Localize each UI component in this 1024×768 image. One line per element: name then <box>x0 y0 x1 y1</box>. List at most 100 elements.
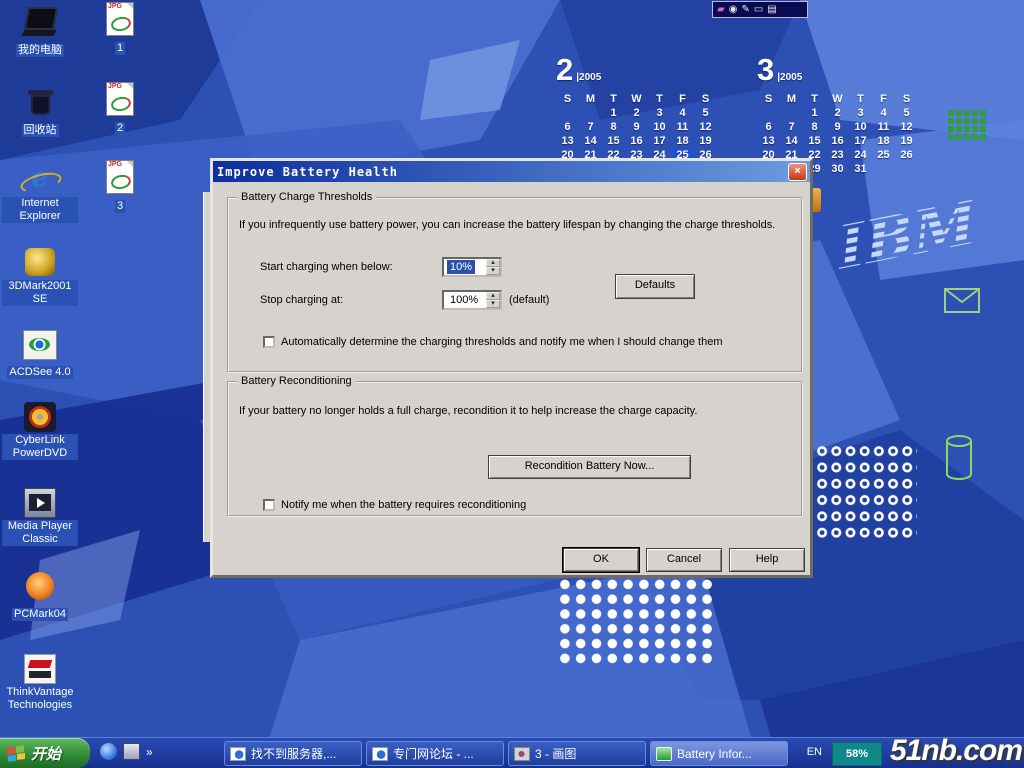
defaults-button[interactable]: Defaults <box>615 274 695 299</box>
start-charging-label: Start charging when below: <box>260 261 393 273</box>
start-button[interactable]: 开始 <box>0 738 90 768</box>
desktop-icon-thinkvantage[interactable]: ThinkVantage Technologies <box>2 652 78 713</box>
calendar-day: 10 <box>849 120 872 134</box>
display-icon[interactable]: ▭ <box>754 2 763 17</box>
3dmark-icon <box>22 246 58 278</box>
desktop-icon-jpg-3[interactable]: JPG3 <box>82 160 158 214</box>
calendar-day: 5 <box>895 106 918 120</box>
calendar-day: 3 <box>648 106 671 120</box>
jpg-badge: JPG <box>108 3 122 10</box>
close-button[interactable]: × <box>788 163 807 181</box>
calendar-day: 8 <box>803 120 826 134</box>
desktop-icon-label: Internet Explorer <box>2 197 78 223</box>
calendar-day: 7 <box>780 120 803 134</box>
calendar-day <box>556 106 579 120</box>
calendar-day: 25 <box>872 148 895 162</box>
calendar-day <box>780 106 803 120</box>
spin-up-button[interactable]: ▴ <box>486 259 500 267</box>
pen-icon[interactable]: ✎ <box>741 2 749 17</box>
calendar-day: 9 <box>625 120 648 134</box>
calendar-day: 11 <box>671 120 694 134</box>
quicklaunch-ie-icon[interactable] <box>100 743 117 760</box>
spin-down-button[interactable]: ▾ <box>486 300 500 308</box>
windows-logo-icon <box>6 744 26 762</box>
my-computer-icon <box>22 6 58 38</box>
spinner-arrows: ▴ ▾ <box>486 292 500 308</box>
calendar-day <box>757 106 780 120</box>
calendar-day: 7 <box>579 120 602 134</box>
calendar-day: 23 <box>826 148 849 162</box>
chevron-icon[interactable]: » <box>146 745 153 759</box>
calendar-day: 16 <box>826 134 849 148</box>
desktop-icon-label: 2 <box>115 122 125 135</box>
paint-icon <box>514 747 530 761</box>
calendar-day: 17 <box>648 134 671 148</box>
powerdvd-icon <box>24 402 56 432</box>
desktop-icon-pcmark[interactable]: PCMark04 <box>2 570 78 622</box>
floating-toolbar[interactable]: ▰ ◉✎ ▭ ▤ <box>712 1 808 18</box>
taskbar-item[interactable]: 专门网论坛 - ... <box>366 741 504 766</box>
desktop-icon-powerdvd[interactable]: CyberLink PowerDVD <box>2 402 78 461</box>
recondition-battery-button[interactable]: Recondition Battery Now... <box>488 455 691 479</box>
desktop-icon-ie[interactable]: eInternet Explorer <box>2 163 78 224</box>
desktop-icon-mpc[interactable]: Media Player Classic <box>2 486 78 547</box>
calendar-day-header: S <box>556 92 579 106</box>
help-button[interactable]: Help <box>729 548 805 572</box>
cancel-button[interactable]: Cancel <box>646 548 722 572</box>
taskbar-item[interactable]: Battery Infor... <box>650 741 788 766</box>
calendar-day: 18 <box>671 134 694 148</box>
stop-threshold-spinner[interactable]: 100% ▴ ▾ <box>442 290 502 310</box>
dialog-titlebar[interactable]: Improve Battery Health × <box>213 161 810 182</box>
desktop-icon-acdsee[interactable]: ACDSee 4.0 <box>2 328 78 380</box>
calendar-day-header: M <box>579 92 602 106</box>
calendar-day: 1 <box>803 106 826 120</box>
calendar-day-header: F <box>872 92 895 106</box>
ok-button[interactable]: OK <box>563 548 639 572</box>
taskbar-item[interactable]: 找不到服务器,... <box>224 741 362 766</box>
start-threshold-spinner[interactable]: 10% ▴ ▾ <box>442 257 502 277</box>
grid-icon[interactable]: ▤ <box>767 2 776 17</box>
app-launcher-icon[interactable]: ▰ <box>717 2 725 17</box>
stop-charging-label: Stop charging at: <box>260 294 343 306</box>
notify-recondition-label: Notify me when the battery requires reco… <box>281 499 786 511</box>
calendar-day: 1 <box>602 106 625 120</box>
desktop-icon-jpg-1[interactable]: JPG1 <box>82 2 158 56</box>
calendar-day: 12 <box>895 120 918 134</box>
start-threshold-value: 10% <box>447 260 475 274</box>
desktop-icon-3dmark[interactable]: 3DMark2001 SE <box>2 246 78 307</box>
calendar-day: 14 <box>780 134 803 148</box>
calendar-day-header: S <box>694 92 717 106</box>
battery-health-dialog: Improve Battery Health × Battery Charge … <box>210 158 813 578</box>
spin-down-button[interactable]: ▾ <box>486 267 500 275</box>
calendar-day-header: T <box>602 92 625 106</box>
desktop-icon-my-computer[interactable]: 我的电脑 <box>2 6 78 58</box>
taskbar-item-label: 专门网论坛 - ... <box>393 745 474 762</box>
desktop-icon-recycle-bin[interactable]: 回收站 <box>2 86 78 138</box>
jpg-file-icon: JPG <box>106 160 134 194</box>
language-indicator[interactable]: EN <box>807 746 822 758</box>
threshold-description: If you infrequently use battery power, y… <box>239 219 789 231</box>
pcmark-icon <box>22 570 58 602</box>
quicklaunch-show-desktop-icon[interactable] <box>123 743 140 760</box>
taskbar-item[interactable]: 3 - 画图 <box>508 741 646 766</box>
calendar-day: 31 <box>849 162 872 176</box>
calendar-day: 26 <box>895 148 918 162</box>
calendar-day: 2 <box>826 106 849 120</box>
iepage-icon <box>372 747 388 761</box>
thinkvantage-icon <box>24 654 56 684</box>
jpg-badge: JPG <box>108 83 122 90</box>
desktop-icon-jpg-2[interactable]: JPG 2 <box>82 82 158 136</box>
auto-determine-checkbox[interactable] <box>263 336 275 348</box>
spin-up-button[interactable]: ▴ <box>486 292 500 300</box>
stop-threshold-value: 100% <box>444 294 486 306</box>
notify-recondition-checkbox[interactable] <box>263 499 275 511</box>
start-label: 开始 <box>31 743 61 764</box>
calendar-year: |2005 <box>576 72 601 83</box>
group-title: Battery Reconditioning <box>237 375 356 387</box>
calendar-day-header: F <box>671 92 694 106</box>
calendar-day-header: T <box>803 92 826 106</box>
calendar-day <box>895 162 918 176</box>
battery-percentage[interactable]: 58% <box>832 742 882 766</box>
status-dot-icon[interactable]: ◉ <box>729 2 738 17</box>
calendar-day: 13 <box>757 134 780 148</box>
